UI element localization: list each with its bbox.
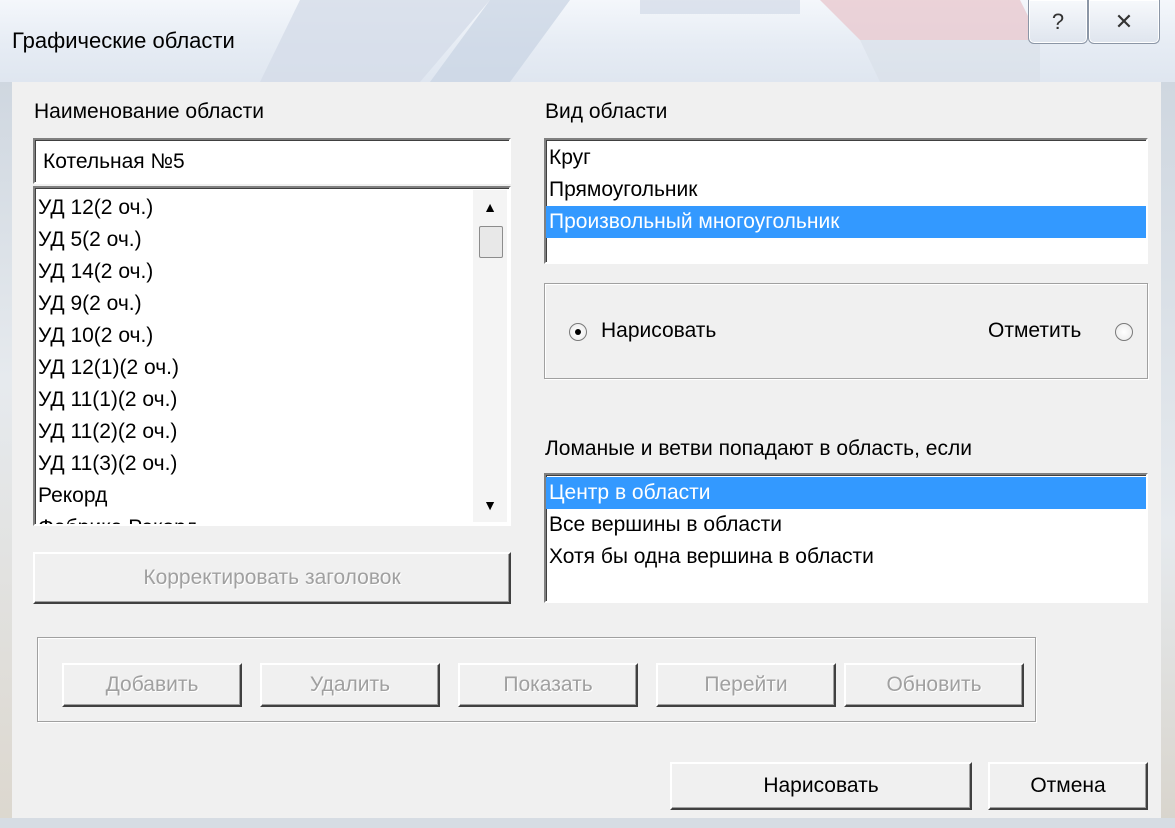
area-type-item[interactable]: Прямоугольник: [546, 174, 1146, 206]
area-name-item[interactable]: УД 10(2 оч.): [35, 320, 475, 352]
area-names-scrollbar[interactable]: ▲ ▼: [473, 190, 507, 522]
scroll-thumb[interactable]: [479, 226, 503, 258]
area-name-item[interactable]: Рекорд: [35, 480, 475, 512]
area-name-value: Котельная №5: [43, 150, 185, 173]
window-title: Графические области: [12, 28, 235, 53]
inclusion-item[interactable]: Центр в области: [546, 477, 1146, 509]
inclusion-label: Ломаные и ветви попадают в область, если: [545, 437, 972, 460]
refresh-button[interactable]: Обновить: [844, 663, 1024, 707]
area-name-item[interactable]: УД 5(2 оч.): [35, 224, 475, 256]
scroll-down-icon[interactable]: ▼: [473, 490, 507, 520]
area-names-items: УД 12(2 оч.) УД 5(2 оч.) УД 14(2 оч.) УД 9(…: [35, 192, 475, 524]
mode-group: Нарисовать Отметить: [544, 283, 1148, 379]
mark-radio-icon[interactable]: [1115, 323, 1133, 341]
inclusion-item[interactable]: Хотя бы одна вершина в области: [546, 541, 1146, 573]
area-name-item[interactable]: УД 12(2 оч.): [35, 192, 475, 224]
help-icon: ?: [1051, 8, 1065, 34]
close-button[interactable]: ✕: [1088, 0, 1160, 44]
area-name-input[interactable]: Котельная №5: [33, 138, 511, 184]
area-name-item[interactable]: УД 12(1)(2 оч.): [35, 352, 475, 384]
area-name-item[interactable]: УД 11(1)(2 оч.): [35, 384, 475, 416]
area-name-label: Наименование области: [34, 100, 264, 123]
area-name-item[interactable]: УД 9(2 оч.): [35, 288, 475, 320]
area-type-label: Вид области: [545, 100, 668, 123]
area-name-item[interactable]: УД 11(3)(2 оч.): [35, 448, 475, 480]
inclusion-items: Центр в области Все вершины в области Хотя…: [546, 477, 1146, 573]
draw-radio-icon[interactable]: [569, 323, 587, 341]
add-button[interactable]: Добавить: [62, 663, 242, 707]
background-artwork: [260, 0, 1040, 82]
show-button[interactable]: Показать: [458, 663, 638, 707]
mark-radio-label[interactable]: Отметить: [988, 319, 1081, 343]
area-type-list[interactable]: Круг Прямоугольник Произвольный многоуголь…: [544, 138, 1148, 264]
area-names-list[interactable]: УД 12(2 оч.) УД 5(2 оч.) УД 14(2 оч.) УД 9(…: [33, 186, 511, 526]
area-name-item[interactable]: УД 14(2 оч.): [35, 256, 475, 288]
inclusion-list[interactable]: Центр в области Все вершины в области Хотя…: [544, 473, 1148, 603]
area-type-item[interactable]: Круг: [546, 142, 1146, 174]
area-name-item[interactable]: УД 11(2)(2 оч.): [35, 416, 475, 448]
goto-button[interactable]: Перейти: [656, 663, 836, 707]
scroll-up-icon[interactable]: ▲: [473, 192, 507, 222]
edit-title-button[interactable]: Корректировать заголовок: [33, 552, 511, 604]
draw-button[interactable]: Нарисовать: [670, 762, 972, 810]
inclusion-item[interactable]: Все вершины в области: [546, 509, 1146, 541]
cancel-button[interactable]: Отмена: [988, 762, 1148, 810]
draw-radio-label[interactable]: Нарисовать: [601, 319, 716, 343]
actions-group: Добавить Удалить Показать Перейти Обнови…: [37, 637, 1036, 722]
window-frame-bottom: [0, 818, 1175, 828]
delete-button[interactable]: Удалить: [260, 663, 440, 707]
area-type-items: Круг Прямоугольник Произвольный многоуголь…: [546, 142, 1146, 238]
title-bar: Графические области ? ✕: [0, 0, 1175, 82]
close-icon: ✕: [1114, 8, 1134, 34]
window-frame-right: [1161, 82, 1175, 828]
area-name-item[interactable]: Фабрика Рекорд: [35, 512, 475, 524]
area-type-item[interactable]: Произвольный многоугольник: [546, 206, 1146, 238]
help-button[interactable]: ?: [1028, 0, 1088, 44]
window-frame-left: [0, 82, 12, 828]
